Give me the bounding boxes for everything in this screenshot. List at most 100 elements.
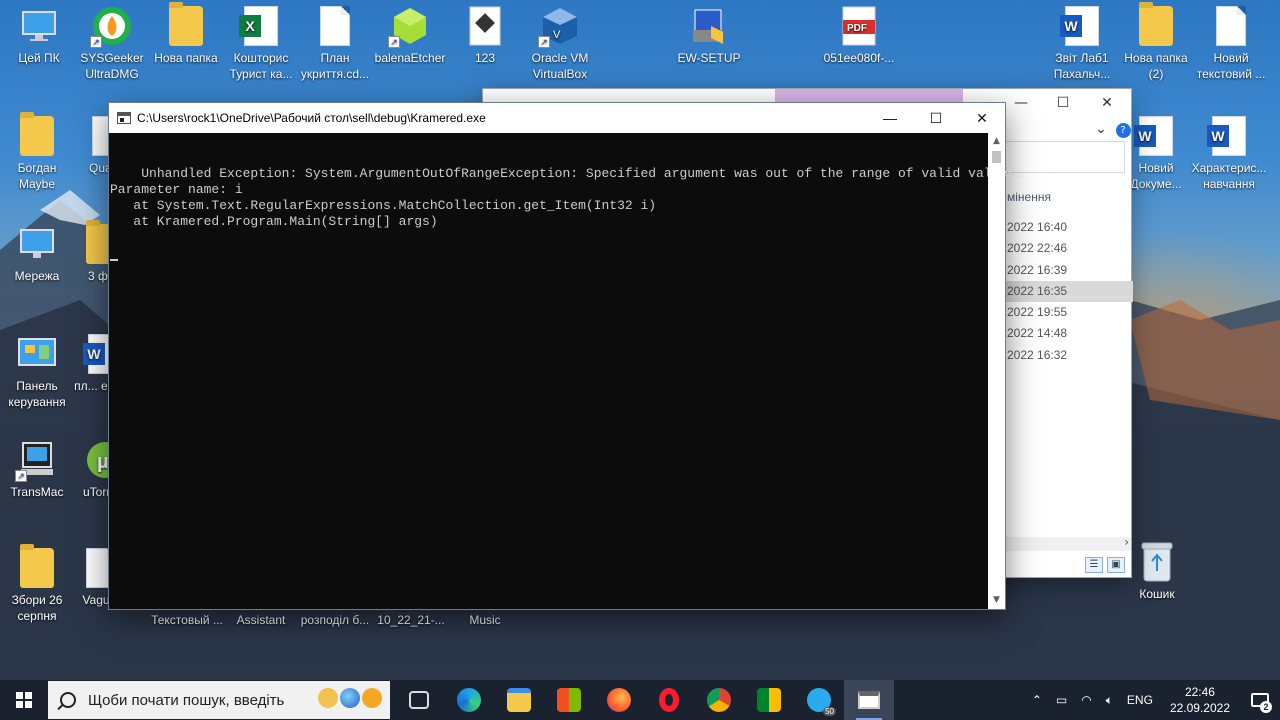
- battery-icon[interactable]: ▭: [1056, 693, 1067, 707]
- search-highlight-icon: [318, 688, 382, 708]
- scrollbar-thumb[interactable]: [992, 151, 1001, 163]
- clock-date: 22.09.2022: [1169, 701, 1230, 715]
- desktop-icon-zvit[interactable]: W Звіт Лаб1 Пахальч...: [1043, 0, 1121, 82]
- desktop-icon-label: Нова папка: [154, 51, 218, 65]
- desktop-icon-transmac[interactable]: ↗ TransMac: [0, 434, 76, 500]
- desktop-icon-label: Кошторис Турист ка...: [229, 51, 293, 81]
- desktop-icon-sysgeeker[interactable]: ↗ SYSGeeker UltraDMG: [73, 0, 151, 82]
- taskbar-meet[interactable]: [744, 680, 794, 720]
- chevron-up-icon[interactable]: ⌃: [1032, 693, 1042, 707]
- volume-icon[interactable]: 🔈︎: [1106, 693, 1113, 708]
- desktop-label-music[interactable]: Music: [446, 612, 524, 628]
- user-folder-icon: [17, 112, 57, 156]
- console-title: C:\Users\rock1\OneDrive\Рабочий стол\sel…: [137, 111, 486, 125]
- desktop-icon-kharakterystyka[interactable]: W Характерис... навчання: [1190, 110, 1268, 192]
- console-output-text: Unhandled Exception: System.ArgumentOutO…: [110, 166, 1023, 229]
- search-icon: [60, 692, 76, 708]
- document-icon: [315, 6, 355, 46]
- chevron-down-icon[interactable]: ⌄: [1089, 119, 1113, 139]
- recycle-bin-icon: [1137, 542, 1177, 582]
- file-row-date-selected[interactable]: 2022 16:35: [1001, 280, 1133, 303]
- console-vertical-scrollbar[interactable]: ▲ ▼: [988, 133, 1005, 609]
- virtualbox-icon: V ↗: [538, 6, 580, 48]
- close-button[interactable]: ✕: [959, 103, 1005, 133]
- folder-icon: [1136, 2, 1176, 46]
- chrome-icon: [707, 688, 731, 712]
- file-row-date[interactable]: 2022 19:55: [1001, 302, 1133, 323]
- start-button[interactable]: [0, 680, 48, 720]
- taskbar-opera[interactable]: [644, 680, 694, 720]
- edge-icon: [457, 688, 481, 712]
- desktop-label-10-22[interactable]: 10_22_21-...: [372, 612, 450, 628]
- taskbar-task-view[interactable]: [394, 680, 444, 720]
- file-row-date[interactable]: 2022 14:48: [1001, 323, 1133, 344]
- desktop-icon-new-text[interactable]: Новий текстовий ...: [1192, 0, 1270, 82]
- maximize-icon[interactable]: ☐: [1051, 93, 1075, 113]
- taskbar-store[interactable]: [544, 680, 594, 720]
- console-output[interactable]: Unhandled Exception: System.ArgumentOutO…: [109, 133, 1023, 609]
- scroll-down-icon[interactable]: ▼: [988, 592, 1005, 609]
- desktop-label-assistant[interactable]: Assistant: [222, 612, 300, 628]
- desktop-icon-new-folder[interactable]: Нова папка: [147, 0, 225, 66]
- desktop-icon-virtualbox[interactable]: V ↗ Oracle VM VirtualBox: [521, 0, 599, 82]
- taskbar-explorer[interactable]: [494, 680, 544, 720]
- desktop-icon-label: Новий текстовий ...: [1196, 51, 1266, 81]
- taskbar-telegram[interactable]: 50: [794, 680, 844, 720]
- scroll-up-icon[interactable]: ▲: [988, 133, 1005, 150]
- file-row-date[interactable]: 2022 16:39: [1001, 260, 1133, 281]
- desktop-icon-label: balenaEtcher: [374, 51, 446, 65]
- explorer-tab-highlight: [775, 89, 963, 103]
- close-icon[interactable]: ✕: [1095, 93, 1119, 113]
- desktop-icon-plan[interactable]: План укриття.cd...: [296, 0, 374, 82]
- shortcut-arrow-icon: ↗: [15, 470, 27, 482]
- desktop-icon-pdf[interactable]: PDF 051ee080f-...: [820, 0, 898, 66]
- desktop-icon-bogdan[interactable]: Богдан Maybe: [0, 110, 76, 192]
- taskbar-console[interactable]: [844, 680, 894, 720]
- file-row-date[interactable]: 2022 16:40: [1001, 217, 1133, 238]
- taskbar-edge[interactable]: [444, 680, 494, 720]
- network-icon[interactable]: ◠: [1081, 693, 1091, 707]
- folder-icon: [17, 544, 57, 588]
- language-indicator[interactable]: ENG: [1127, 693, 1153, 707]
- desktop-icon-new-folder-2[interactable]: Нова папка (2): [1117, 0, 1195, 82]
- desktop-icon-ew-setup[interactable]: EW-SETUP: [670, 0, 748, 66]
- desktop-icon-koshtorys[interactable]: X Кошторис Турист ка...: [222, 0, 300, 82]
- desktop-icon-label: TransMac: [10, 485, 64, 499]
- console-titlebar[interactable]: C:\Users\rock1\OneDrive\Рабочий стол\sel…: [109, 103, 1005, 133]
- clock[interactable]: 22:46 22.09.2022: [1170, 684, 1230, 716]
- monitor-icon: [19, 6, 59, 46]
- desktop-label-rozpodil[interactable]: розподіл б...: [296, 612, 374, 628]
- desktop-icon-this-pc[interactable]: Цей ПК: [0, 0, 78, 66]
- notification-center-button[interactable]: 2: [1240, 680, 1280, 720]
- taskbar-chrome[interactable]: [694, 680, 744, 720]
- help-icon[interactable]: ?: [1111, 119, 1135, 139]
- taskbar-firefox[interactable]: [594, 680, 644, 720]
- desktop-icon-label: EW-SETUP: [677, 51, 741, 65]
- maximize-button[interactable]: ☐: [913, 103, 959, 133]
- console-icon: [858, 691, 880, 709]
- folder-icon: [166, 2, 206, 46]
- console-window[interactable]: C:\Users\rock1\OneDrive\Рабочий стол\sel…: [108, 102, 1023, 610]
- explorer-horizontal-scrollbar[interactable]: ›: [1003, 535, 1131, 551]
- desktop-icon-label: План укриття.cd...: [300, 51, 370, 81]
- file-row-date[interactable]: 2022 16:32: [1001, 345, 1133, 366]
- minimize-icon[interactable]: —: [1009, 93, 1033, 113]
- file-row-date[interactable]: 2022 22:46: [1001, 238, 1133, 259]
- desktop-icon-control-panel[interactable]: Панель керування: [0, 328, 76, 410]
- taskbar-search-box[interactable]: Щоби почати пошук, введіть: [48, 681, 390, 719]
- svg-text:PDF: PDF: [847, 23, 867, 34]
- minimize-button[interactable]: —: [867, 103, 913, 133]
- desktop-icon-balenaetcher[interactable]: ↗ balenaEtcher: [371, 0, 449, 66]
- desktop-icon-label: 051ee080f-...: [823, 51, 895, 65]
- thumbnails-view-icon[interactable]: ▣: [1107, 557, 1125, 573]
- desktop-icon-123[interactable]: 123: [446, 0, 524, 66]
- taskbar: Щоби почати пошук, введіть 50 ⌃ ▭ ◠ 🔈︎ E…: [0, 680, 1280, 720]
- details-view-icon[interactable]: ☰: [1085, 557, 1103, 573]
- folder-icon: [507, 688, 531, 712]
- desktop-icon-label: Цей ПК: [18, 51, 60, 65]
- explorer-view-toggles: ☰ ▣: [1085, 557, 1125, 573]
- console-app-icon: [117, 112, 131, 124]
- shortcut-arrow-icon: ↗: [388, 36, 400, 48]
- desktop-label-text[interactable]: Текстовый ...: [148, 612, 226, 628]
- column-header-date[interactable]: мінення: [1001, 185, 1133, 209]
